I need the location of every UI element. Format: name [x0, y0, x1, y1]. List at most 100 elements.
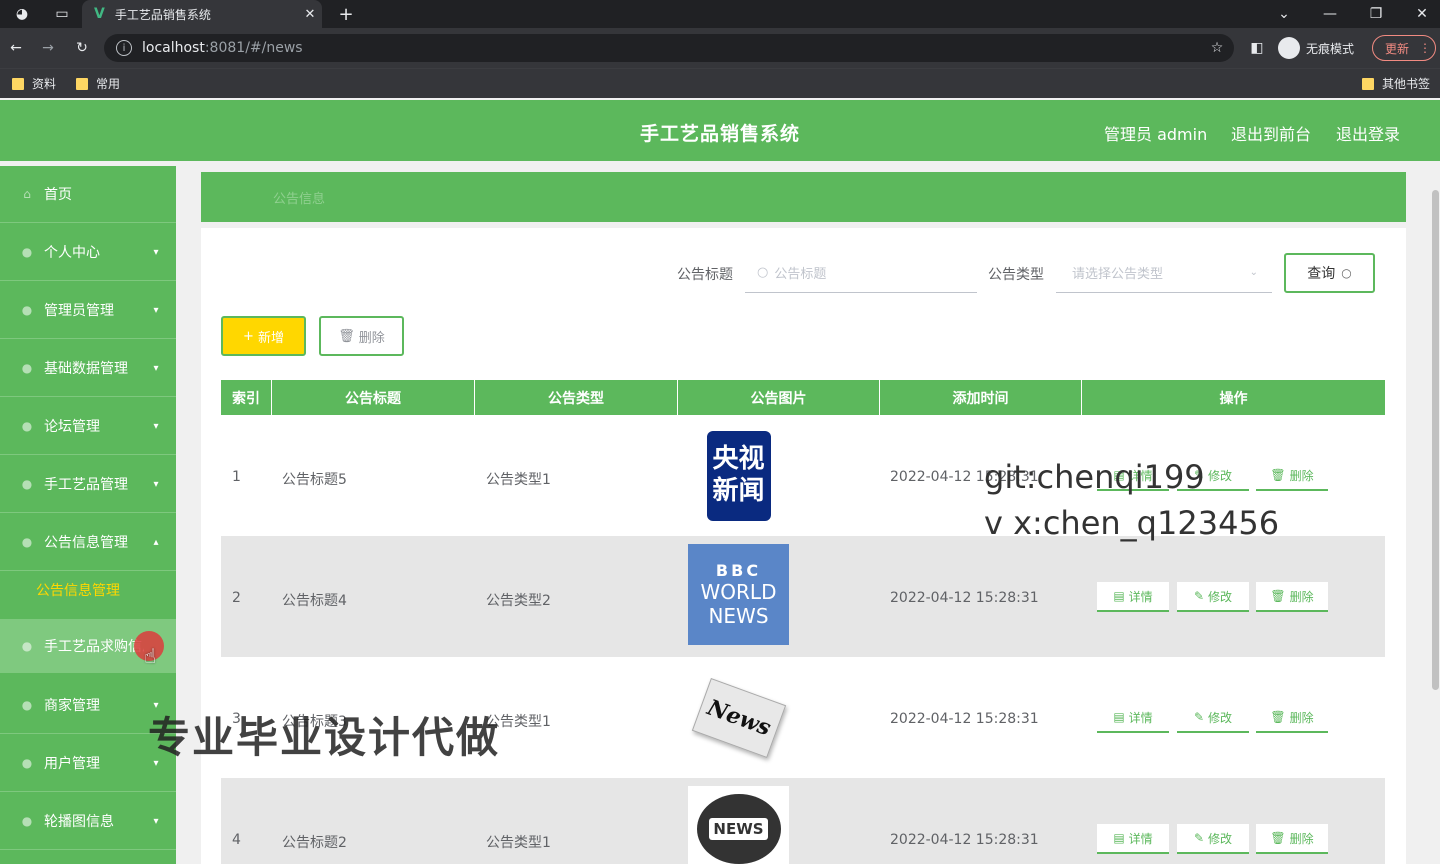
query-button[interactable]: 查询 ○ — [1284, 253, 1375, 293]
edit-button[interactable]: ✎ 修改 — [1177, 703, 1249, 733]
trash-icon: 🗑 — [1270, 589, 1286, 603]
hand-cursor-icon: ☝ — [144, 644, 157, 668]
bbc-text-bot: NEWS — [708, 604, 769, 628]
incognito-indicator[interactable]: 无痕模式 — [1278, 34, 1354, 62]
vue-icon: V — [94, 6, 105, 22]
sidebar-item-notices[interactable]: ● 公告信息管理 ▴ — [0, 514, 176, 571]
search-icon: ○ — [1341, 266, 1352, 280]
delete-button[interactable]: 🗑 删除 — [1256, 824, 1328, 854]
notice-image-cctv: 央视 新闻 — [688, 425, 789, 526]
forward-icon[interactable]: → — [38, 38, 58, 58]
folder-icon — [76, 77, 88, 90]
browser-menu-icon[interactable]: ◕ — [12, 4, 32, 24]
bookmark-label: 常用 — [96, 77, 121, 91]
delete-button[interactable]: 🗑 删除 — [1256, 582, 1328, 612]
tab-list-chevron-icon[interactable]: ⌄ — [1274, 4, 1294, 24]
users-icon: ● — [21, 756, 33, 770]
chevron-down-icon: ▾ — [153, 815, 159, 827]
detail-label: 详情 — [1128, 831, 1153, 846]
back-to-front-link[interactable]: 退出到前台 — [1231, 121, 1311, 145]
bookmark-folder-2[interactable]: 常用 — [76, 75, 120, 92]
site-info-icon[interactable]: i — [116, 40, 132, 56]
edit-icon: ✎ — [1193, 831, 1205, 845]
detail-button[interactable]: ▤ 详情 — [1097, 703, 1169, 733]
type-select[interactable]: 请选择公告类型 ⌄ — [1056, 253, 1272, 293]
delete-button[interactable]: 🗑 删除 — [1256, 703, 1328, 733]
globe-icon: NEWS — [696, 794, 781, 864]
tab-search-icon[interactable]: ▭ — [52, 4, 72, 24]
detail-button[interactable]: ▤ 详情 — [1097, 824, 1169, 854]
search-icon: ○ — [757, 265, 769, 280]
chevron-up-icon: ▴ — [153, 536, 159, 548]
other-bookmarks[interactable]: 其他书签 — [1362, 75, 1430, 92]
sidebar-item-basic-data[interactable]: ● 基础数据管理 ▾ — [0, 340, 176, 397]
col-type: 公告类型 — [475, 380, 678, 415]
col-title: 公告标题 — [272, 380, 475, 415]
table-row: 2 公告标题4 公告类型2 BBC WORLD NEWS 2022-04-12 … — [221, 536, 1385, 657]
update-button[interactable]: 更新 ⋮ — [1372, 35, 1436, 61]
scrollbar-thumb[interactable] — [1432, 190, 1439, 690]
sidebar-item-label: 论坛管理 — [44, 419, 100, 435]
sidebar-item-label: 商家管理 — [44, 698, 100, 714]
reload-icon[interactable]: ↻ — [72, 38, 92, 58]
folder-icon — [12, 77, 24, 90]
browser-tab[interactable]: V 手工艺品销售系统 ✕ — [82, 0, 322, 28]
chevron-down-icon: ⌄ — [1249, 267, 1258, 278]
new-tab-icon[interactable]: + — [336, 4, 356, 25]
back-icon[interactable]: ← — [6, 38, 26, 58]
sidebar-item-forum[interactable]: ● 论坛管理 ▾ — [0, 398, 176, 455]
sidebar-item-home[interactable]: ⌂ 首页 — [0, 166, 176, 223]
cctv-text-2: 新闻 — [712, 475, 765, 506]
trash-icon: 🗑 — [1270, 710, 1286, 724]
cell-type: 公告类型1 — [486, 472, 551, 488]
sidebar-item-crafts[interactable]: ● 手工艺品管理 ▾ — [0, 456, 176, 513]
delete-button[interactable]: 🗑 删除 — [1256, 461, 1328, 491]
url-host: localhost — [142, 40, 205, 56]
edit-button[interactable]: ✎ 修改 — [1177, 824, 1249, 854]
sidebar-item-label: 公告信息管理 — [44, 535, 128, 551]
update-label: 更新 — [1385, 41, 1410, 56]
craft-icon: ● — [21, 477, 33, 491]
col-time: 添加时间 — [880, 380, 1082, 415]
restore-icon[interactable]: ❐ — [1366, 4, 1386, 24]
cell-index: 2 — [232, 590, 241, 606]
batch-delete-button[interactable]: 🗑 删除 — [319, 316, 404, 356]
side-panel-icon[interactable]: ◧ — [1247, 38, 1267, 58]
title-search-input[interactable]: ○ 公告标题 — [745, 253, 977, 293]
sidebar-item-label: 用户管理 — [44, 756, 100, 772]
detail-button[interactable]: ▤ 详情 — [1097, 582, 1169, 612]
notice-image-bbc: BBC WORLD NEWS — [688, 544, 789, 645]
title-placeholder: 公告标题 — [774, 267, 827, 282]
incognito-icon — [1278, 37, 1300, 59]
notice-image-globe: NEWS — [688, 786, 789, 864]
doc-icon: ▤ — [1113, 831, 1125, 845]
sidebar-item-carousel[interactable]: ● 轮播图信息 ▾ — [0, 793, 176, 850]
add-button[interactable]: + 新增 — [221, 316, 306, 356]
bookmark-folder-1[interactable]: 资料 — [12, 75, 56, 92]
sidebar-item-label: 个人中心 — [44, 245, 100, 261]
edit-label: 修改 — [1208, 831, 1233, 846]
close-window-icon[interactable]: ✕ — [1412, 4, 1432, 24]
home-icon: ⌂ — [23, 187, 31, 201]
edit-button[interactable]: ✎ 修改 — [1177, 582, 1249, 612]
url-input[interactable]: i localhost:8081/#/news — [104, 34, 1234, 62]
minimize-icon[interactable]: — — [1320, 4, 1340, 24]
add-label: 新增 — [257, 330, 284, 346]
edit-icon: ✎ — [1193, 710, 1205, 724]
type-search-label: 公告类型 — [988, 267, 1044, 283]
app-title: 手工艺品销售系统 — [639, 123, 800, 145]
logout-link[interactable]: 退出登录 — [1336, 121, 1400, 145]
sidebar-item-admins[interactable]: ● 管理员管理 ▾ — [0, 282, 176, 339]
cctv-text-1: 央视 — [712, 443, 765, 474]
delete-label: 删除 — [1289, 710, 1314, 725]
bookmark-star-icon[interactable]: ☆ — [1207, 38, 1227, 58]
close-tab-icon[interactable]: ✕ — [298, 7, 322, 22]
delete-label: 删除 — [1289, 831, 1314, 846]
chevron-down-icon: ▾ — [153, 420, 159, 432]
submenu-notice-management[interactable]: 公告信息管理 — [0, 566, 176, 614]
bbc-text-top: BBC — [715, 561, 762, 580]
watermark-promo: 专业毕业设计代做 — [148, 713, 501, 762]
sidebar-item-label: 手工艺品求购信息 — [44, 639, 144, 655]
newspaper-icon: News — [691, 677, 786, 758]
sidebar-item-profile[interactable]: ● 个人中心 ▾ — [0, 224, 176, 281]
